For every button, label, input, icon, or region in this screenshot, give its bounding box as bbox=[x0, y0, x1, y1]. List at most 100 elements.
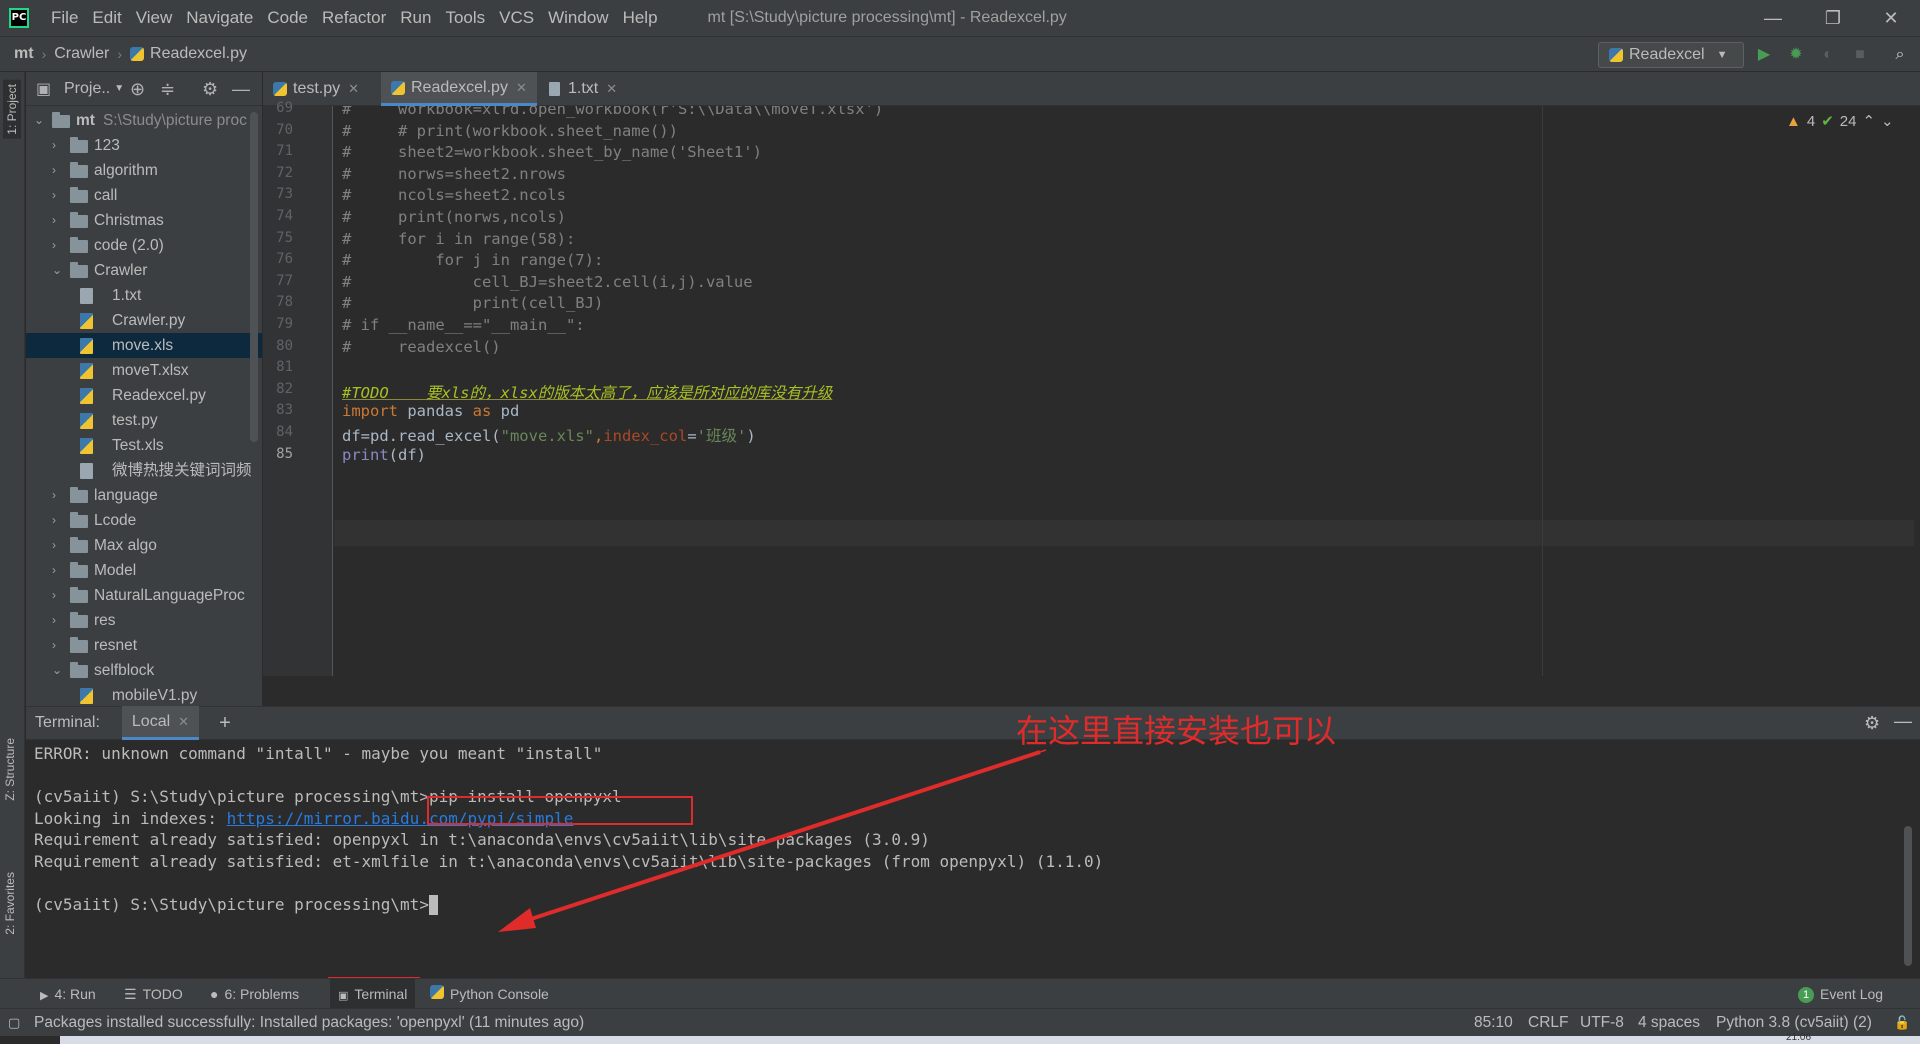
next-highlight-icon[interactable]: ⌄ bbox=[1881, 112, 1894, 130]
menu-refactor[interactable]: Refactor bbox=[322, 8, 386, 28]
tree-scrollbar[interactable] bbox=[250, 112, 258, 442]
scrollbar-thumb[interactable] bbox=[1904, 826, 1912, 966]
collapsed-arrow-icon[interactable]: › bbox=[52, 633, 56, 658]
locate-icon[interactable]: ⊕ bbox=[130, 79, 145, 100]
structure-tool-button[interactable]: Z: Structure bbox=[3, 738, 17, 801]
run-configuration-select[interactable]: Readexcel ▼ bbox=[1598, 42, 1744, 68]
collapse-all-icon[interactable]: ≑ bbox=[160, 79, 175, 100]
collapsed-arrow-icon[interactable]: › bbox=[52, 608, 56, 633]
new-terminal-button[interactable]: + bbox=[219, 712, 231, 735]
search-icon[interactable]: ⌕ bbox=[1890, 45, 1910, 65]
favorites-tool-button[interactable]: 2: Favorites bbox=[3, 872, 17, 935]
gear-icon[interactable]: ⚙ bbox=[1864, 713, 1880, 734]
tree-item[interactable]: moveT.xlsx bbox=[26, 358, 262, 383]
close-tab-icon[interactable]: ✕ bbox=[348, 81, 359, 97]
tree-item[interactable]: Crawler.py bbox=[26, 308, 262, 333]
line-separator[interactable]: CRLF bbox=[1528, 1009, 1568, 1037]
hide-icon[interactable]: — bbox=[1894, 711, 1912, 732]
expanded-arrow-icon[interactable]: ⌄ bbox=[52, 258, 62, 283]
inspection-widget[interactable]: ▲ 4 ✔ 24 ⌃ ⌄ bbox=[1786, 110, 1894, 132]
tree-item[interactable]: › 123 bbox=[26, 133, 262, 158]
menu-code[interactable]: Code bbox=[267, 8, 308, 28]
terminal-tab-local[interactable]: Local ✕ bbox=[121, 706, 200, 740]
collapsed-arrow-icon[interactable]: › bbox=[52, 208, 56, 233]
previous-highlight-icon[interactable]: ⌃ bbox=[1862, 112, 1875, 130]
terminal-output[interactable]: ERROR: unknown command "intall" - maybe … bbox=[26, 740, 1894, 978]
run-icon[interactable]: ▶ bbox=[1754, 45, 1774, 65]
indent-setting[interactable]: 4 spaces bbox=[1638, 1009, 1700, 1037]
menu-run[interactable]: Run bbox=[400, 8, 431, 28]
gear-icon[interactable]: ⚙ bbox=[202, 79, 218, 100]
run-tool-button[interactable]: ▶ 4: Run bbox=[40, 979, 96, 1009]
terminal-tool-button[interactable]: ▣ Terminal bbox=[330, 979, 416, 1009]
tree-item[interactable]: › res bbox=[26, 608, 262, 633]
coverage-icon[interactable]: ◐ bbox=[1818, 45, 1838, 65]
collapsed-arrow-icon[interactable]: › bbox=[52, 533, 56, 558]
tree-item[interactable]: Readexcel.py bbox=[26, 383, 262, 408]
caret-position[interactable]: 85:10 bbox=[1474, 1009, 1513, 1037]
menu-edit[interactable]: Edit bbox=[92, 8, 121, 28]
menu-vcs[interactable]: VCS bbox=[499, 8, 534, 28]
menu-file[interactable]: File bbox=[51, 8, 78, 28]
close-tab-icon[interactable]: ✕ bbox=[178, 714, 189, 730]
restore-button[interactable]: ❐ bbox=[1806, 0, 1860, 36]
breadcrumb-folder[interactable]: Crawler bbox=[54, 45, 109, 63]
todo-tool-button[interactable]: ☰ TODO bbox=[124, 979, 183, 1009]
tree-item[interactable]: 微博热搜关键词词频 bbox=[26, 458, 262, 483]
collapsed-arrow-icon[interactable]: › bbox=[52, 483, 56, 508]
tab-readexcel-py[interactable]: Readexcel.py ✕ bbox=[381, 72, 537, 106]
tree-item[interactable]: 1.txt bbox=[26, 283, 262, 308]
expanded-arrow-icon[interactable]: ⌄ bbox=[34, 108, 44, 133]
collapsed-arrow-icon[interactable]: › bbox=[52, 508, 56, 533]
tree-item[interactable]: ⌄ Crawler bbox=[26, 258, 262, 283]
menu-navigate[interactable]: Navigate bbox=[186, 8, 253, 28]
close-button[interactable]: ✕ bbox=[1864, 0, 1918, 36]
tree-item[interactable]: › resnet bbox=[26, 633, 262, 658]
close-tab-icon[interactable]: ✕ bbox=[516, 80, 527, 96]
tree-item[interactable]: › Lcode bbox=[26, 508, 262, 533]
tree-item[interactable]: move.xls bbox=[26, 333, 262, 358]
close-tab-icon[interactable]: ✕ bbox=[606, 81, 617, 97]
collapsed-arrow-icon[interactable]: › bbox=[52, 133, 56, 158]
lock-icon[interactable]: 🔓 bbox=[1894, 1009, 1910, 1037]
collapsed-arrow-icon[interactable]: › bbox=[52, 233, 56, 258]
file-encoding[interactable]: UTF-8 bbox=[1580, 1009, 1624, 1037]
tree-item[interactable]: › NaturalLanguageProc bbox=[26, 583, 262, 608]
minimize-button[interactable]: — bbox=[1746, 0, 1800, 36]
tree-item[interactable]: › Model bbox=[26, 558, 262, 583]
breadcrumb-file[interactable]: Readexcel.py bbox=[150, 45, 247, 63]
breadcrumb-project[interactable]: mt bbox=[14, 45, 34, 63]
tree-item[interactable]: Test.xls bbox=[26, 433, 262, 458]
tab-1-txt[interactable]: 1.txt ✕ bbox=[539, 72, 627, 106]
tree-item[interactable]: › language bbox=[26, 483, 262, 508]
collapsed-arrow-icon[interactable]: › bbox=[52, 558, 56, 583]
menu-tools[interactable]: Tools bbox=[445, 8, 485, 28]
tree-item[interactable]: › Max algo bbox=[26, 533, 262, 558]
tree-item[interactable]: mobileV1.py bbox=[26, 683, 262, 706]
code-editor[interactable]: # workbook=xlrd.open_workbook(r'S:\\Data… bbox=[334, 106, 1920, 676]
debug-icon[interactable]: ✹ bbox=[1786, 45, 1806, 65]
project-view-select[interactable]: Proje.. bbox=[64, 80, 110, 98]
menu-window[interactable]: Window bbox=[548, 8, 608, 28]
menu-help[interactable]: Help bbox=[623, 8, 658, 28]
tree-item[interactable]: › Christmas bbox=[26, 208, 262, 233]
event-log-tool-button[interactable]: 1 Event Log bbox=[1798, 979, 1883, 1009]
hide-icon[interactable]: — bbox=[232, 79, 250, 100]
problems-tool-button[interactable]: ● 6: Problems bbox=[210, 979, 299, 1009]
status-message[interactable]: Packages installed successfully: Install… bbox=[34, 1009, 584, 1037]
project-tool-button[interactable]: 1: Project bbox=[3, 80, 21, 139]
collapsed-arrow-icon[interactable]: › bbox=[52, 183, 56, 208]
tree-item[interactable]: ⌄ selfblock bbox=[26, 658, 262, 683]
tree-item[interactable]: › algorithm bbox=[26, 158, 262, 183]
terminal-scrollbar[interactable] bbox=[1896, 740, 1920, 978]
collapsed-arrow-icon[interactable]: › bbox=[52, 158, 56, 183]
menu-view[interactable]: View bbox=[136, 8, 173, 28]
collapsed-arrow-icon[interactable]: › bbox=[52, 583, 56, 608]
expanded-arrow-icon[interactable]: ⌄ bbox=[52, 658, 62, 683]
tree-item[interactable]: ⌄ mt S:\Study\picture proc bbox=[26, 108, 262, 133]
python-console-tool-button[interactable]: Python Console bbox=[430, 979, 549, 1009]
stop-icon[interactable]: ■ bbox=[1850, 45, 1870, 65]
toggle-tool-windows-icon[interactable]: ▢ bbox=[8, 1009, 20, 1037]
tree-item[interactable]: test.py bbox=[26, 408, 262, 433]
tree-item[interactable]: › call bbox=[26, 183, 262, 208]
